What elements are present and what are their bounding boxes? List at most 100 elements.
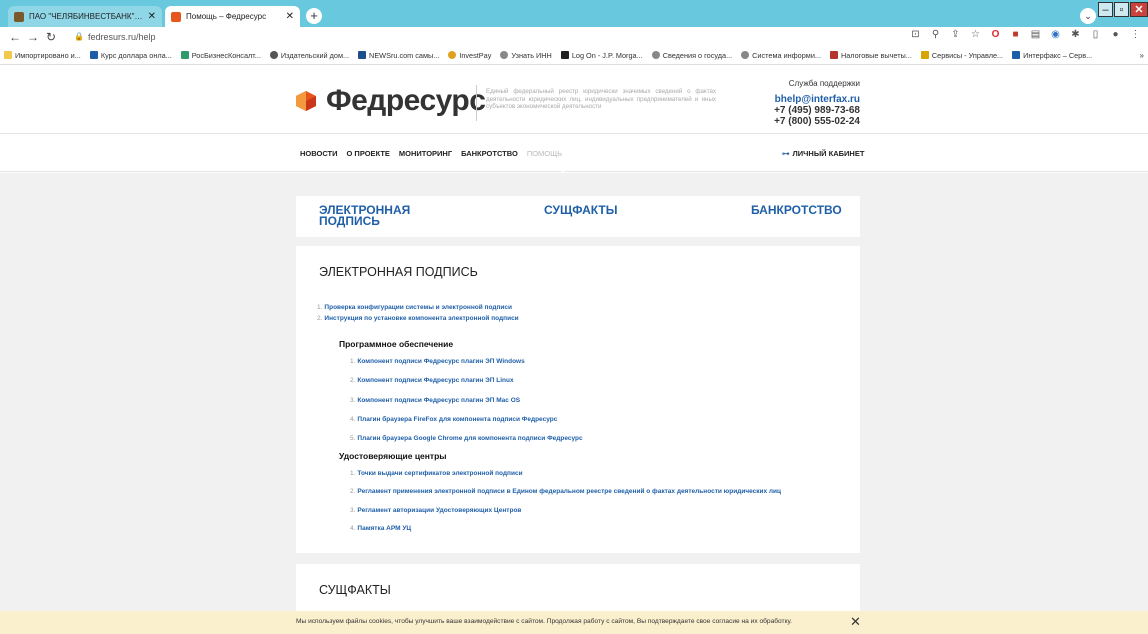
list-link[interactable]: Плагин браузера FireFox для компонента п… <box>357 416 557 423</box>
list-link[interactable]: Компонент подписи Федресурс плагин ЭП Li… <box>357 377 513 384</box>
fedresurs-favicon-icon <box>171 11 181 22</box>
address-bar[interactable]: fedresurs.ru/help <box>88 32 156 42</box>
section-title: СУЩФАКТЫ <box>319 583 391 597</box>
cookie-banner: Мы используем файлы cookies, чтобы улучш… <box>0 611 1148 634</box>
tab-search-icon[interactable]: ⌄ <box>1080 8 1096 24</box>
bookmark-label: РосБизнесКонсалт... <box>191 50 261 60</box>
list-link[interactable]: Памятка АРМ УЦ <box>357 525 411 532</box>
bookmark-item[interactable]: РосБизнесКонсалт... <box>180 50 261 60</box>
bookmark-favicon-icon <box>1012 51 1021 59</box>
globe-icon <box>651 51 660 59</box>
minimize-window-icon[interactable]: – <box>1098 2 1113 17</box>
lock-icon[interactable]: 🔒 <box>74 32 84 41</box>
bookmark-item[interactable]: Курс доллара онла... <box>89 51 172 60</box>
list-item[interactable]: 1. Проверка конфигурации системы и электр… <box>317 304 519 315</box>
list-item[interactable]: 5. Плагин браузера Google Chrome для комп… <box>350 435 583 446</box>
list-link[interactable]: Инструкция по установке компонента элект… <box>324 315 518 322</box>
forward-arrow-icon[interactable]: → <box>24 30 42 44</box>
bookmark-item[interactable]: Сервисы - Управле... <box>920 51 1003 60</box>
list-link[interactable]: Регламент применения электронной подписи… <box>357 488 781 495</box>
list-item[interactable]: 2. Инструкция по установке компонента эле… <box>317 315 519 326</box>
share-icon[interactable]: ⇪ <box>949 29 962 40</box>
support-phone-1[interactable]: +7 (495) 989-73-68 <box>774 105 860 116</box>
bookmark-favicon-icon <box>180 51 189 59</box>
bookmark-item[interactable]: Log On - J.P. Morga... <box>560 51 643 60</box>
support-phone-2[interactable]: +7 (800) 555-02-24 <box>774 116 860 127</box>
support-title: Служба поддержки <box>788 79 860 88</box>
list-link[interactable]: Плагин браузера Google Chrome для компон… <box>357 435 582 442</box>
list-item[interactable]: 2. Регламент применения электронной подпи… <box>350 488 781 499</box>
bookmark-item[interactable]: Узнать ИНН <box>500 50 552 60</box>
electronic-signature-section: ЭЛЕКТРОННАЯ ПОДПИСЬ 1. Проверка конфигура… <box>296 246 860 553</box>
browser-toolbar: ← → ↻ 🔒 fedresurs.ru/help ⊡ ⚲ ⇪ ☆ O ■ ▤ … <box>0 27 1148 46</box>
site-logo-text[interactable]: Федресурс <box>326 84 486 118</box>
browser-tab-bank[interactable]: ПАО "ЧЕЛЯБИНВЕСТБАНК", Бан ✕ <box>8 6 162 27</box>
fedresurs-logo-icon[interactable] <box>296 91 316 111</box>
close-tab-icon[interactable]: ✕ <box>286 11 294 22</box>
maximize-window-icon[interactable]: ▫ <box>1114 2 1129 17</box>
personal-account-link[interactable]: ⊶ ЛИЧНЫЙ КАБИНЕТ <box>782 149 864 158</box>
bookmark-item[interactable]: Система информи... <box>741 51 821 60</box>
close-cookie-icon[interactable]: ✕ <box>850 615 861 629</box>
side-panel-icon[interactable]: ▯ <box>1089 29 1102 40</box>
close-tab-icon[interactable]: ✕ <box>148 11 156 22</box>
list-item[interactable]: 1. Точки выдачи сертификатов электронной … <box>350 470 781 481</box>
bookmark-star-icon[interactable]: ☆ <box>969 29 982 40</box>
support-email-link[interactable]: bhelp@interfax.ru <box>774 94 860 105</box>
bookmark-item[interactable]: Импортировано и... <box>4 51 81 60</box>
bookmark-item[interactable]: Налоговые вычеты... <box>829 51 912 60</box>
profile-icon[interactable]: ● <box>1109 29 1122 40</box>
nav-help[interactable]: ПОМОЩЬ <box>527 149 562 158</box>
list-link[interactable]: Проверка конфигурации системы и электрон… <box>324 304 512 311</box>
bookmark-item[interactable]: InvestPay <box>448 51 491 60</box>
reload-icon[interactable]: ↻ <box>42 30 60 44</box>
list-item[interactable]: 2. Компонент подписи Федресурс плагин ЭП … <box>350 377 583 388</box>
new-tab-icon[interactable]: + <box>306 8 322 24</box>
globe-icon <box>500 51 509 59</box>
list-item[interactable]: 4. Памятка АРМ УЦ <box>350 525 781 536</box>
list-item[interactable]: 3. Компонент подписи Федресурс плагин ЭП … <box>350 397 583 408</box>
bookmark-label: Импортировано и... <box>15 50 81 60</box>
nav-monitoring[interactable]: МОНИТОРИНГ <box>399 149 452 158</box>
bookmark-favicon-icon <box>829 51 838 59</box>
list-link[interactable]: Точки выдачи сертификатов электронной по… <box>357 470 522 477</box>
list-link[interactable]: Компонент подписи Федресурс плагин ЭП Ma… <box>357 397 520 404</box>
menu-dots-icon[interactable]: ⋮ <box>1129 29 1142 40</box>
install-app-icon[interactable]: ⊡ <box>909 29 922 40</box>
list-item[interactable]: 3. Регламент авторизации Удостоверяющих Ц… <box>350 507 781 518</box>
list-item[interactable]: 1. Компонент подписи Федресурс плагин ЭП … <box>350 358 583 369</box>
section-title: ЭЛЕКТРОННАЯ ПОДПИСЬ <box>319 265 478 279</box>
list-link[interactable]: Компонент подписи Федресурс плагин ЭП Wi… <box>357 358 524 365</box>
bookmark-item[interactable]: Сведения о госуда... <box>651 51 732 60</box>
list-link[interactable]: Регламент авторизации Удостоверяющих Цен… <box>357 507 521 514</box>
red-extension-icon[interactable]: ■ <box>1009 29 1022 40</box>
opera-extension-icon[interactable]: O <box>989 29 1002 40</box>
tab-bankruptcy[interactable]: БАНКРОТСТВО <box>751 204 842 216</box>
browser-tab-fedresurs[interactable]: Помощь – Федресурс ✕ <box>165 6 300 27</box>
nav-menu: НОВОСТИ О ПРОЕКТЕ МОНИТОРИНГ БАНКРОТСТВО… <box>300 149 571 158</box>
puzzle-extensions-icon[interactable]: ✱ <box>1069 29 1082 40</box>
software-subtitle: Программное обеспечение <box>339 339 454 349</box>
extension-icon[interactable]: ▤ <box>1029 29 1042 40</box>
list-number: 2. <box>350 377 356 385</box>
back-arrow-icon[interactable]: ← <box>6 30 24 44</box>
nav-bankruptcy[interactable]: БАНКРОТСТВО <box>461 149 518 158</box>
bookmark-label: Узнать ИНН <box>511 50 552 60</box>
blue-extension-icon[interactable]: ◉ <box>1049 29 1062 40</box>
help-tabs: ЭЛЕКТРОННАЯ ПОДПИСЬ СУЩФАКТЫ БАНКРОТСТВО <box>296 196 860 237</box>
nav-news[interactable]: НОВОСТИ <box>300 149 338 158</box>
bookmark-item[interactable]: Издательский дом... <box>269 51 349 60</box>
tab-electronic-signature[interactable]: ЭЛЕКТРОННАЯ ПОДПИСЬ <box>319 204 410 227</box>
nav-about[interactable]: О ПРОЕКТЕ <box>347 149 390 158</box>
tab-title: Помощь – Федресурс <box>186 12 267 21</box>
list-item[interactable]: 4. Плагин браузера FireFox для компонента… <box>350 416 583 427</box>
list-number: 2. <box>350 488 356 496</box>
toolbar-actions: ⊡ ⚲ ⇪ ☆ O ■ ▤ ◉ ✱ ▯ ● ⋮ <box>909 29 1142 40</box>
bookmark-label: NEWSru.com самы... <box>369 50 440 60</box>
tab-sushfakty[interactable]: СУЩФАКТЫ <box>544 204 618 216</box>
more-bookmarks-icon[interactable]: » <box>1140 51 1144 60</box>
zoom-icon[interactable]: ⚲ <box>929 29 942 40</box>
close-window-icon[interactable]: ✕ <box>1130 2 1148 17</box>
bookmark-item[interactable]: NEWSru.com самы... <box>358 51 439 60</box>
bookmark-item[interactable]: Интерфакс – Серв... <box>1012 51 1092 60</box>
